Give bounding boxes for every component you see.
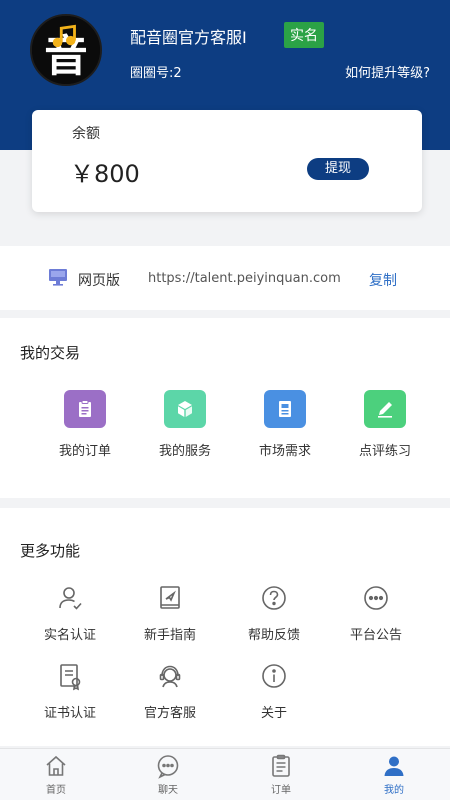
ellipsis-circle-icon <box>360 582 392 614</box>
about-button[interactable]: 关于 <box>224 660 324 721</box>
web-url: https://talent.peiyinquan.com <box>148 271 341 286</box>
market-demand-button[interactable]: 市场需求 <box>235 390 335 459</box>
avatar-logo-icon: 音 <box>32 16 100 84</box>
certificate-auth-button[interactable]: 证书认证 <box>20 660 120 721</box>
tab-chat[interactable]: 聊天 <box>128 753 208 796</box>
tab-orders[interactable]: 订单 <box>241 753 321 796</box>
order-list-icon <box>272 754 290 777</box>
help-feedback-label: 帮助反馈 <box>247 628 300 643</box>
balance-label: 余额 <box>72 126 100 142</box>
headset-icon <box>154 660 186 692</box>
review-practice-button[interactable]: 点评练习 <box>335 390 435 459</box>
my-orders-button[interactable]: 我的订单 <box>35 390 135 459</box>
tab-home-label: 首页 <box>46 785 66 796</box>
copy-button[interactable]: 复制 <box>369 270 397 290</box>
web-version-label: 网页版 <box>78 273 120 289</box>
chat-icon <box>157 755 179 779</box>
svg-text:音: 音 <box>44 32 87 82</box>
tab-orders-label: 订单 <box>271 785 291 796</box>
real-name-auth-label: 实名认证 <box>43 628 96 643</box>
cube-icon <box>164 390 206 428</box>
web-version-row: 网页版 https://talent.peiyinquan.com 复制 <box>0 246 450 310</box>
guide-book-icon <box>154 582 186 614</box>
tab-mine-label: 我的 <box>384 785 404 796</box>
balance-value: ￥800 <box>70 160 140 188</box>
about-label: 关于 <box>260 706 287 721</box>
document-icon <box>264 390 306 428</box>
certificate-icon <box>54 660 86 692</box>
profile-icon <box>384 756 404 776</box>
info-circle-icon <box>258 660 290 692</box>
tab-chat-label: 聊天 <box>158 785 178 796</box>
verified-badge: 实名 <box>284 22 324 48</box>
withdraw-button[interactable]: 提现 <box>307 158 369 180</box>
user-check-icon <box>54 582 86 614</box>
trade-section-title: 我的交易 <box>20 344 81 362</box>
market-demand-label: 市场需求 <box>258 444 311 459</box>
my-services-button[interactable]: 我的服务 <box>135 390 235 459</box>
trade-section: 我的交易 我的订单 我的服务 市场需求 点评练习 <box>0 318 450 498</box>
more-section-title: 更多功能 <box>20 542 81 560</box>
bottom-tab-bar: 首页 聊天 订单 我的 <box>0 748 450 800</box>
official-service-label: 官方客服 <box>143 706 196 721</box>
real-name-auth-button[interactable]: 实名认证 <box>20 582 120 643</box>
avatar[interactable]: 音 <box>30 14 102 86</box>
pencil-icon <box>364 390 406 428</box>
my-orders-label: 我的订单 <box>58 444 111 459</box>
balance-card: 余额 ￥800 提现 <box>32 110 422 212</box>
official-service-button[interactable]: 官方客服 <box>120 660 220 721</box>
home-icon <box>46 755 66 776</box>
tab-home[interactable]: 首页 <box>16 753 96 796</box>
my-services-label: 我的服务 <box>158 444 211 459</box>
upgrade-level-link[interactable]: 如何提升等级? <box>345 62 430 81</box>
beginner-guide-button[interactable]: 新手指南 <box>120 582 220 643</box>
clipboard-icon <box>64 390 106 428</box>
certificate-auth-label: 证书认证 <box>43 706 96 721</box>
platform-notice-label: 平台公告 <box>349 628 402 643</box>
platform-notice-button[interactable]: 平台公告 <box>326 582 426 643</box>
question-circle-icon <box>258 582 290 614</box>
review-practice-label: 点评练习 <box>358 444 411 459</box>
beginner-guide-label: 新手指南 <box>143 628 196 643</box>
more-functions-section: 更多功能 实名认证 新手指南 帮助反馈 平台公告 证书认证 官方客服 关于 <box>0 508 450 746</box>
help-feedback-button[interactable]: 帮助反馈 <box>224 582 324 643</box>
username: 配音圈官方客服I <box>130 28 247 47</box>
monitor-icon <box>49 269 67 286</box>
circle-id: 圈圈号:2 <box>130 66 182 81</box>
tab-mine[interactable]: 我的 <box>354 753 434 796</box>
